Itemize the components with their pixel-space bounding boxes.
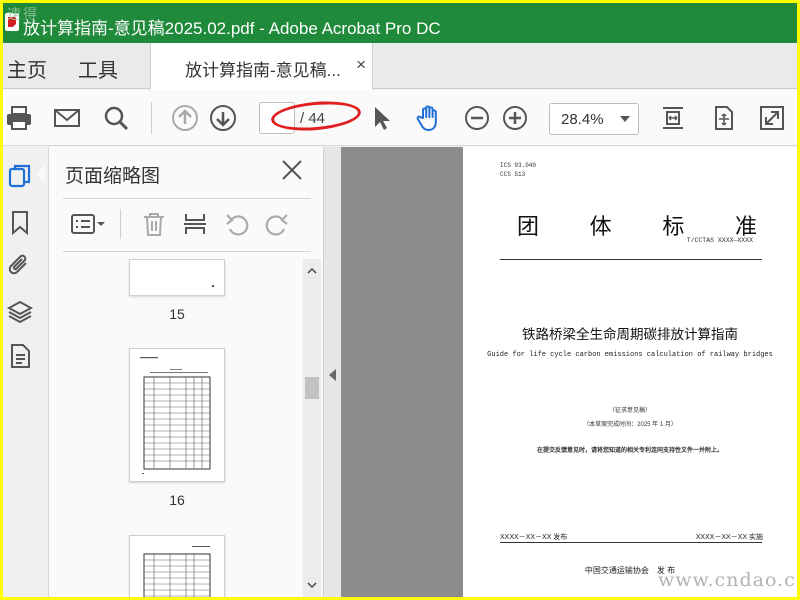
doc-implement-date: XXXX－XX－XX 实施 — [695, 534, 763, 541]
navigation-rail — [3, 147, 49, 597]
doc-rule — [500, 542, 762, 543]
toolbar-divider — [151, 102, 152, 134]
page-thumbnails-panel: 页面缩略图 15 16 — [49, 147, 323, 597]
select-arrow-icon[interactable] — [365, 102, 397, 134]
menu-bar: 主页 工具 放计算指南-意见稿... × — [3, 43, 797, 90]
undo-icon[interactable] — [221, 209, 253, 239]
doc-ccs: CCS S13 — [500, 171, 526, 178]
panel-splitter[interactable] — [323, 147, 341, 597]
doc-draft-label: （征求意见稿） — [608, 408, 651, 414]
page-thumbnail[interactable] — [129, 259, 225, 296]
scrolling-mode-icon[interactable] — [707, 102, 739, 134]
thumbnail-list: 15 16 — [49, 259, 301, 597]
content-icon[interactable] — [6, 341, 34, 371]
page-up-icon[interactable] — [169, 102, 201, 134]
chevron-up-icon[interactable] — [306, 265, 318, 277]
site-watermark: www.cndao.com — [658, 569, 797, 591]
doc-meta: ICS 93.040 CCS S13 — [500, 161, 536, 179]
page-thumbnail[interactable] — [129, 348, 225, 482]
print-icon[interactable] — [3, 102, 35, 134]
zoom-out-icon[interactable] — [461, 102, 493, 134]
panel-divider — [63, 251, 311, 252]
hand-icon[interactable] — [413, 102, 445, 134]
doc-big-title-char: 标 — [662, 214, 685, 239]
insert-page-icon[interactable] — [179, 209, 211, 239]
search-icon[interactable] — [100, 102, 132, 134]
zoom-dropdown[interactable]: 28.4% — [549, 103, 639, 135]
document-tab[interactable]: 放计算指南-意见稿... × — [150, 43, 373, 90]
collapse-panel-icon[interactable] — [329, 369, 336, 381]
fit-page-icon[interactable] — [657, 102, 689, 134]
title-bar: 放计算指南-意见稿2025.02.pdf - Adobe Acrobat Pro… — [3, 3, 797, 43]
panel-divider — [63, 198, 311, 199]
close-icon[interactable] — [279, 157, 305, 183]
thumbnail-page-number: 16 — [169, 492, 185, 508]
doc-finish-date: （本草案完成时间：2025 年 1 月） — [583, 422, 677, 428]
doc-issue-date: XXXX－XX－XX 发布 — [500, 534, 568, 541]
delete-icon[interactable] — [138, 209, 170, 239]
panel-tool-divider — [120, 209, 121, 239]
redo-icon[interactable] — [261, 209, 293, 239]
panel-title: 页面缩略图 — [65, 166, 161, 187]
toolbar: / 44 28.4% — [3, 90, 797, 146]
document-page: ICS 93.040 CCS S13 团 体 标 准 T/CCTAS XXXX—… — [463, 147, 797, 597]
zoom-in-icon[interactable] — [499, 102, 531, 134]
bookmarks-icon[interactable] — [6, 207, 34, 237]
page-thumbnails-icon[interactable] — [6, 161, 34, 191]
doc-chinese-title: 铁路桥梁全生命周期碳排放计算指南 — [522, 327, 738, 342]
chevron-down-icon — [620, 116, 630, 122]
page-thumbnail[interactable] — [129, 535, 225, 597]
menu-home[interactable]: 主页 — [7, 54, 47, 83]
doc-standard-number: T/CCTAS XXXX—XXXX — [686, 237, 753, 244]
doc-big-title-char: 体 — [589, 214, 612, 239]
document-tab-label: 放计算指南-意见稿... — [185, 61, 341, 80]
mail-icon[interactable] — [51, 102, 83, 134]
document-view[interactable]: ICS 93.040 CCS S13 团 体 标 准 T/CCTAS XXXX—… — [341, 147, 797, 597]
acrobat-window: 放计算指南-意见稿2025.02.pdf - Adobe Acrobat Pro… — [3, 3, 797, 597]
zoom-value: 28.4% — [561, 111, 604, 128]
scrollbar-thumb[interactable] — [305, 377, 319, 399]
doc-notice: 在提交反馈意见时，请将您知道的相关专利连同支持性文件一并附上。 — [536, 448, 723, 454]
thumbnail-page-number: 15 — [169, 306, 185, 322]
page-down-icon[interactable] — [207, 102, 239, 134]
doc-ics: ICS 93.040 — [500, 162, 537, 169]
doc-big-title-char: 团 — [517, 214, 540, 239]
close-tab-icon[interactable]: × — [356, 55, 366, 75]
attachments-icon[interactable] — [6, 251, 34, 281]
thumbnail-scrollbar[interactable] — [303, 259, 321, 597]
layers-icon[interactable] — [6, 297, 34, 327]
menu-tools[interactable]: 工具 — [78, 54, 118, 83]
doc-rule — [500, 259, 762, 260]
corner-watermark: 速得 — [7, 7, 39, 23]
fullscreen-icon[interactable] — [756, 102, 788, 134]
chevron-down-icon[interactable] — [306, 579, 318, 591]
doc-english-title: Guide for life cycle carbon emissions ca… — [487, 351, 773, 359]
options-icon[interactable] — [67, 209, 109, 239]
active-indicator — [36, 165, 45, 183]
window-title: 放计算指南-意见稿2025.02.pdf - Adobe Acrobat Pro… — [23, 19, 441, 38]
